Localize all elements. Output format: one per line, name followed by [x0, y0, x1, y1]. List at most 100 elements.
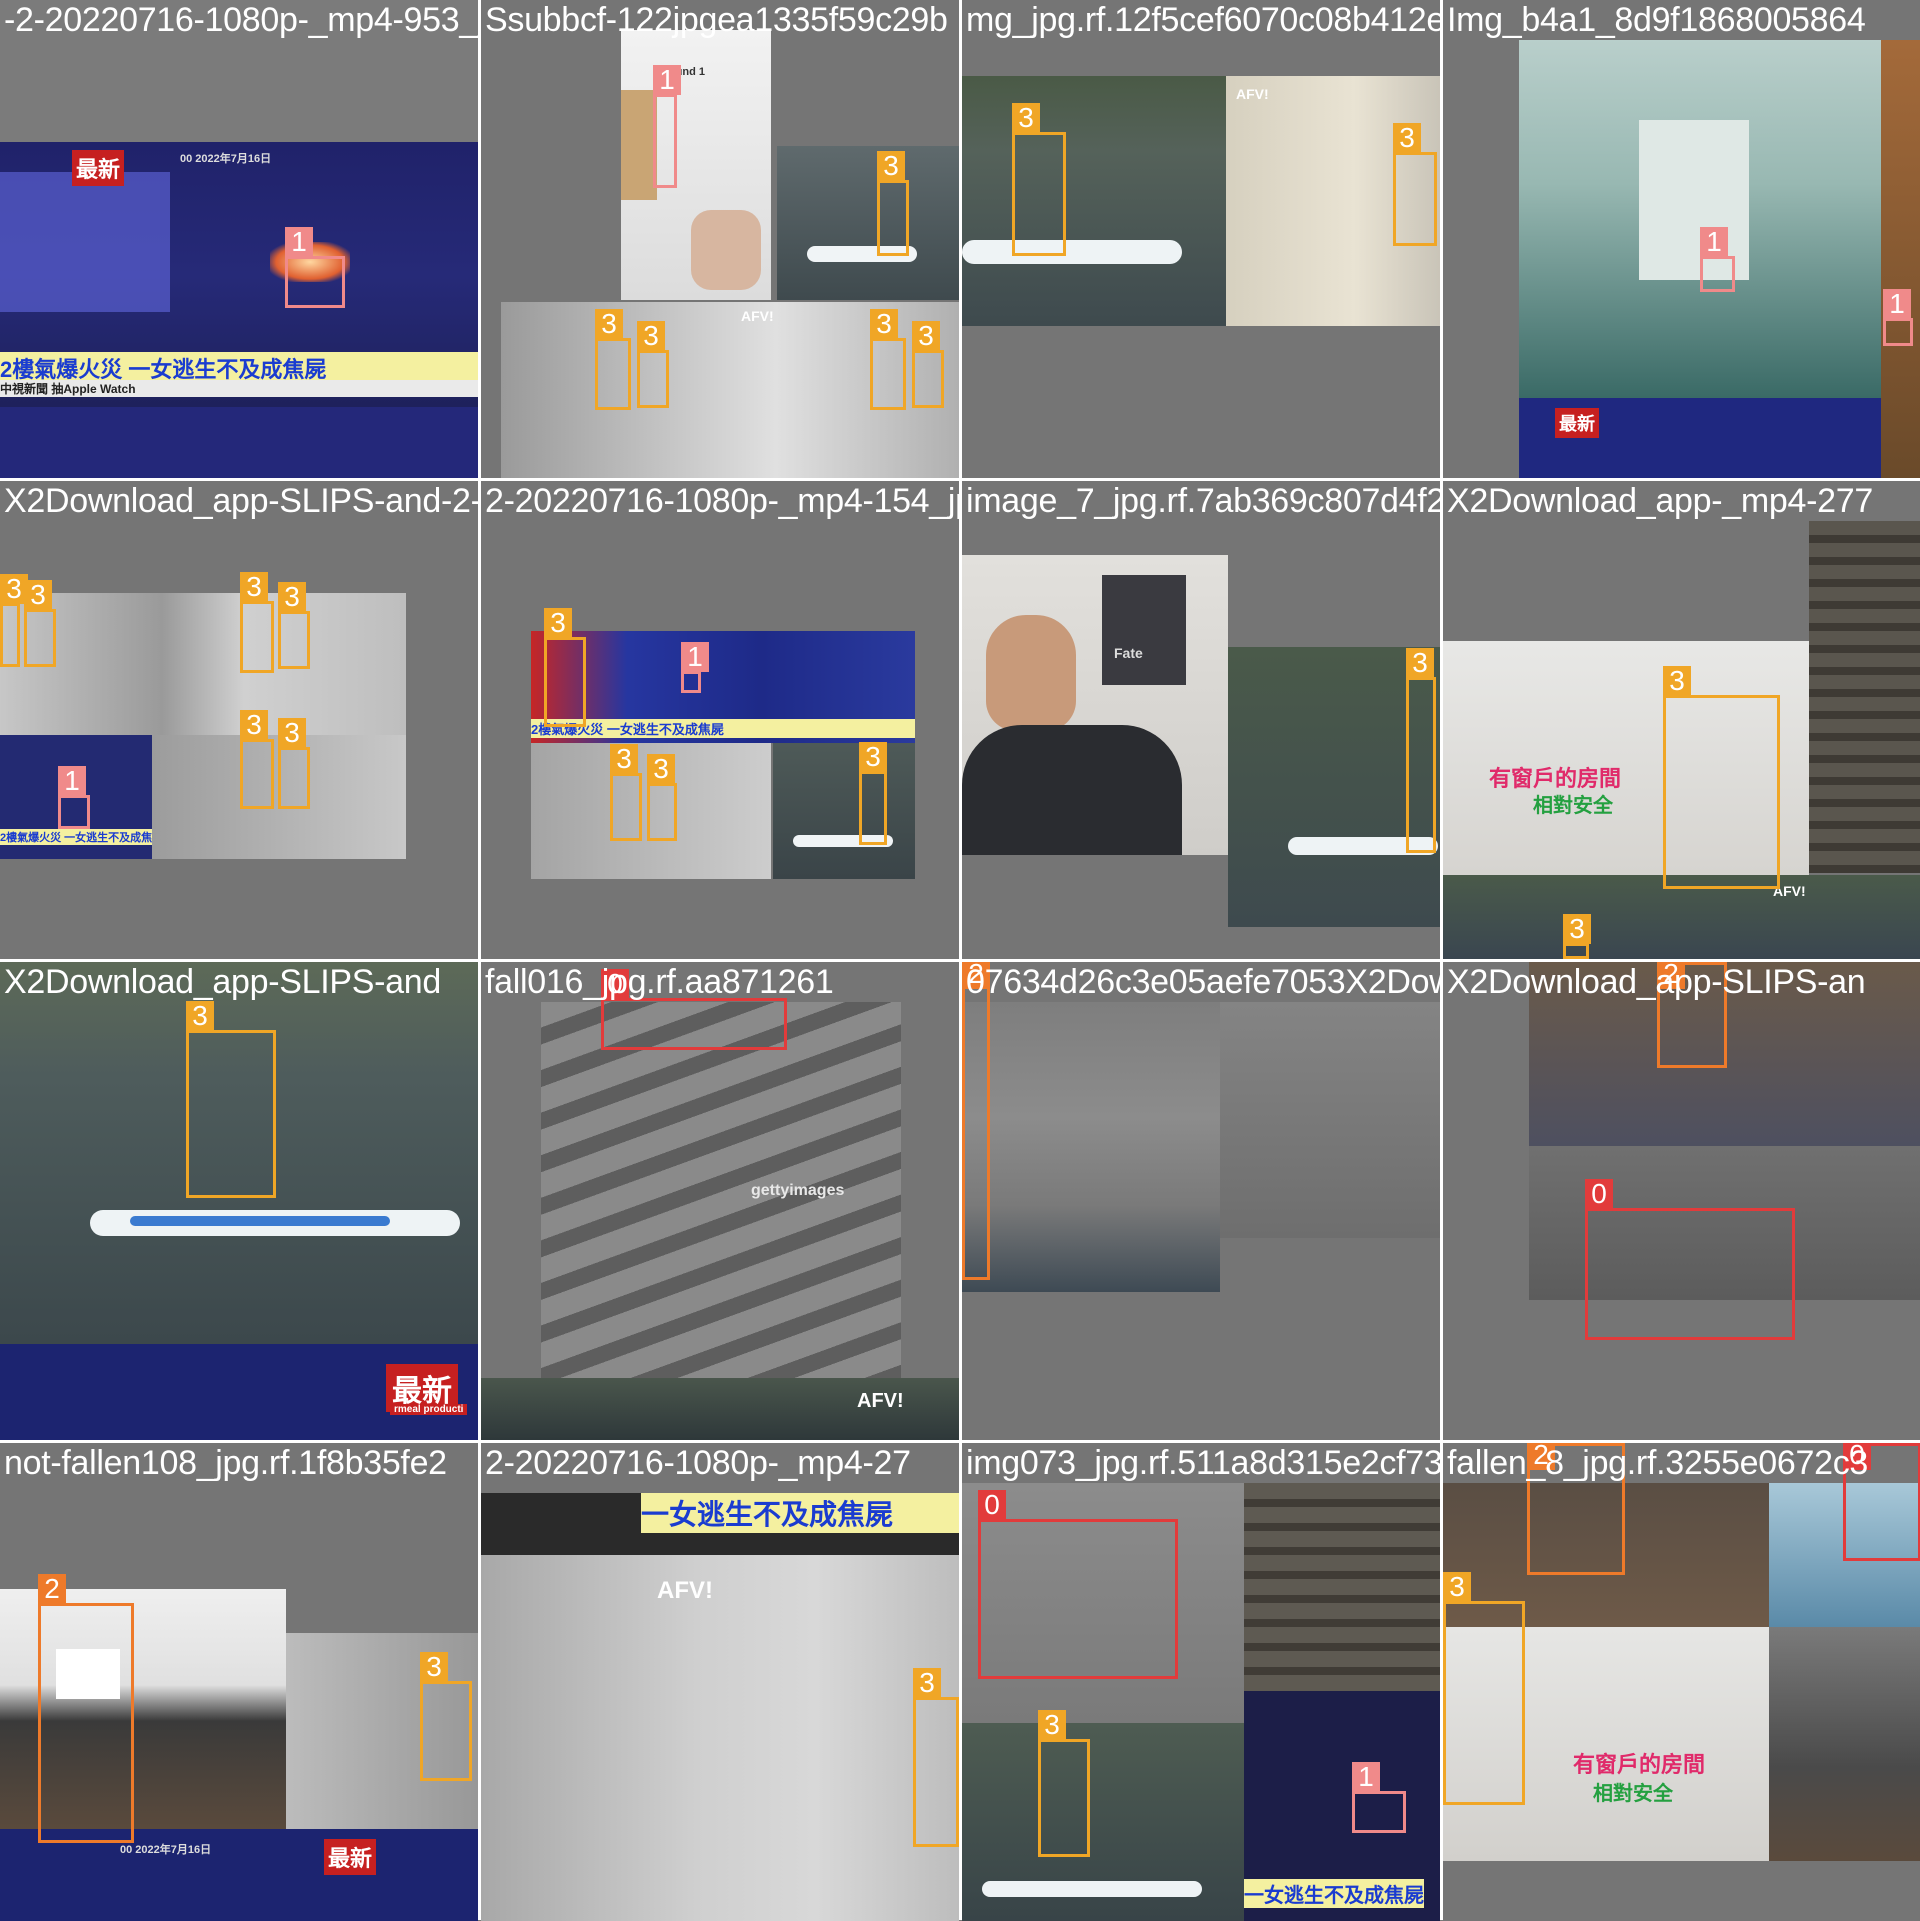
- grid-divider: [0, 959, 1920, 962]
- news-ticker: 中視新聞 抽Apple Watch: [0, 380, 478, 397]
- news-logo: 最新: [72, 150, 125, 186]
- beach-photo: AFV!: [481, 1555, 959, 1921]
- bbox-person: 3: [240, 710, 274, 809]
- bbox-person: 2: [962, 962, 990, 1280]
- bbox-label: 3: [859, 742, 887, 772]
- sofa-photo: [962, 1002, 1220, 1292]
- bbox-label: 3: [870, 309, 898, 339]
- bbox-person: 2: [38, 1574, 134, 1843]
- lake-photo: [962, 76, 1226, 326]
- mosaic-tile: 最新 00 2022年7月16日 2 3 not-fallen108_jpg.r…: [0, 1443, 478, 1921]
- tile-title: X2Download_app-_mp4-277: [1447, 482, 1873, 520]
- window-text: 有窗戶的房間: [1573, 1752, 1706, 1777]
- tile-title: Img_b4a1_8d9f1868005864: [1447, 1, 1866, 39]
- safe-text: 相對安全: [1593, 1783, 1673, 1805]
- tile-title: -2-20220716-1080p-_mp4-953_jpg.rf.22e9ea…: [4, 1, 478, 39]
- afv-logo: AFV!: [657, 1577, 713, 1604]
- bbox-person: 3: [240, 572, 274, 673]
- grid-divider: [0, 1440, 1920, 1443]
- bbox-label: 3: [595, 309, 623, 339]
- bbox-label: 3: [1443, 1572, 1471, 1602]
- tile-title: image_7_jpg.rf.7ab369c807d4f262X2Downloa…: [966, 482, 1440, 520]
- news-bar: 最新: [1519, 398, 1881, 478]
- afv-logo: AFV!: [741, 308, 774, 324]
- mosaic-tile: Round 1 AFV! 1 3 3 3 3 3 Ssubbcf-122jpge…: [481, 0, 959, 478]
- bbox-person: 3: [913, 1668, 959, 1847]
- bbox-fall: 0: [978, 1490, 1178, 1679]
- mosaic-tile: 最新 00 2022年7月16日 2樓氣爆火災 一女逃生不及成焦屍 中視新聞 抽…: [0, 0, 478, 478]
- tile-title: fall016_jpg.rf.aa871261: [485, 963, 834, 1001]
- night-news-photo: 一女逃生不及成焦屍: [1244, 1691, 1440, 1921]
- bbox-label: 3: [1406, 648, 1434, 678]
- bbox-label: 3: [544, 608, 572, 638]
- hallway-photo: [1519, 40, 1881, 398]
- bbox-label: 1: [285, 227, 313, 257]
- news-headline: 一女逃生不及成焦屍: [641, 1493, 959, 1533]
- news-stamp: 00 2022年7月16日: [180, 153, 272, 165]
- bbox-person: 3: [1012, 103, 1066, 256]
- tile-title: X2Download_app-SLIPS-and-2-20220716-1080…: [4, 482, 478, 520]
- mosaic-tile: 有窗戶的房間 相對安全 2 0 3 fallen_8_jpg.rf.3255e0…: [1443, 1443, 1920, 1921]
- tile-title: 07634d26c3e05aefe7053X2Download_app-SLIP…: [966, 963, 1440, 1001]
- bbox-person: 3: [870, 309, 906, 410]
- night-news-photo: 最新 00 2022年7月16日 2樓氣爆火災 一女逃生不及成焦屍 中視新聞 抽…: [0, 142, 478, 478]
- bbox-person: 3: [278, 582, 310, 669]
- bbox-fire: 1: [1883, 289, 1913, 346]
- lake-photo: AFV!: [481, 1378, 959, 1440]
- bbox-label: 1: [1883, 289, 1911, 319]
- bbox-label: 3: [912, 321, 940, 351]
- tile-title: 2-20220716-1080p-_mp4-154_jpg.rf.7ab369c…: [485, 482, 959, 520]
- bbox-person: 3: [24, 580, 56, 667]
- bbox-fall: 0: [601, 969, 787, 1050]
- bbox-person: 3: [647, 754, 677, 841]
- bbox-label: 3: [877, 151, 905, 181]
- bbox-label: 3: [1663, 666, 1691, 696]
- mosaic-grid: 最新 00 2022年7月16日 2樓氣爆火災 一女逃生不及成焦屍 中視新聞 抽…: [0, 0, 1920, 1921]
- tile-title: img073_jpg.rf.511a8d315e2cf730e: [966, 1444, 1440, 1482]
- bbox-fire: 1: [681, 642, 709, 693]
- bbox-label: 1: [653, 65, 681, 95]
- news-top: 一女逃生不及成焦屍: [481, 1493, 959, 1555]
- bbox-label: 1: [1700, 227, 1728, 257]
- bbox-person: 3: [637, 321, 669, 408]
- tile-title: not-fallen108_jpg.rf.1f8b35fe2: [4, 1444, 447, 1482]
- bbox-person: 3: [1663, 666, 1780, 889]
- bbox-person: 3: [877, 151, 909, 256]
- bbox-fall: 0: [1585, 1179, 1795, 1340]
- lake-photo: [962, 1723, 1244, 1921]
- bbox-person: 3: [859, 742, 887, 845]
- bbox-label: 3: [1012, 103, 1040, 133]
- mosaic-tile: AFV! 3 3 mg_jpg.rf.12f5cef6070c08b412e8b…: [962, 0, 1440, 478]
- bbox-label: 3: [913, 1668, 941, 1698]
- mosaic-tile: gettyimages AFV! 0 fall016_jpg.rf.aa8712…: [481, 962, 959, 1440]
- bbox-person: 3: [278, 718, 310, 809]
- mosaic-tile: 最新 1 1 Img_b4a1_8d9f1868005864: [1443, 0, 1920, 478]
- news-stamp: 00 2022年7月16日: [120, 1844, 212, 1856]
- bbox-label: 3: [24, 580, 52, 610]
- bbox-label: 3: [1563, 914, 1591, 944]
- bbox-label: 0: [978, 1490, 1006, 1520]
- bbox-label: 3: [637, 321, 665, 351]
- bbox-person: 3: [1393, 123, 1437, 246]
- news-logo: 最新: [1555, 408, 1599, 438]
- tile-title: fallen_8_jpg.rf.3255e0672c3: [1447, 1444, 1869, 1482]
- mosaic-tile: 一女逃生不及成焦屍 AFV! 3 2-20220716-1080p-_mp4-2…: [481, 1443, 959, 1921]
- bbox-person: 3: [0, 574, 28, 667]
- stairs-photo: [1244, 1483, 1440, 1723]
- bbox-person: 3: [420, 1652, 472, 1781]
- poster-text: Fate: [1114, 645, 1143, 661]
- bbox-label: 3: [186, 1001, 214, 1031]
- mosaic-tile: 有窗戶的房間 相對安全 AFV! 3 3 X2Download_app-_mp4…: [1443, 481, 1920, 959]
- bbox-person: 3: [544, 608, 586, 727]
- bbox-person: 3: [595, 309, 631, 410]
- stairs-photo: gettyimages: [541, 1002, 901, 1398]
- safe-text: 相對安全: [1533, 795, 1613, 817]
- bbox-person: 3: [912, 321, 944, 408]
- autumn-photo: [1881, 40, 1920, 478]
- bbox-label: 3: [1393, 123, 1421, 153]
- news-bar: 最新 rmeal producti: [0, 1344, 478, 1440]
- afv-logo: AFV!: [1236, 86, 1269, 102]
- bbox-person: 3: [1406, 648, 1436, 853]
- bbox-fire: 1: [1700, 227, 1735, 292]
- water-photo: [1220, 1002, 1440, 1238]
